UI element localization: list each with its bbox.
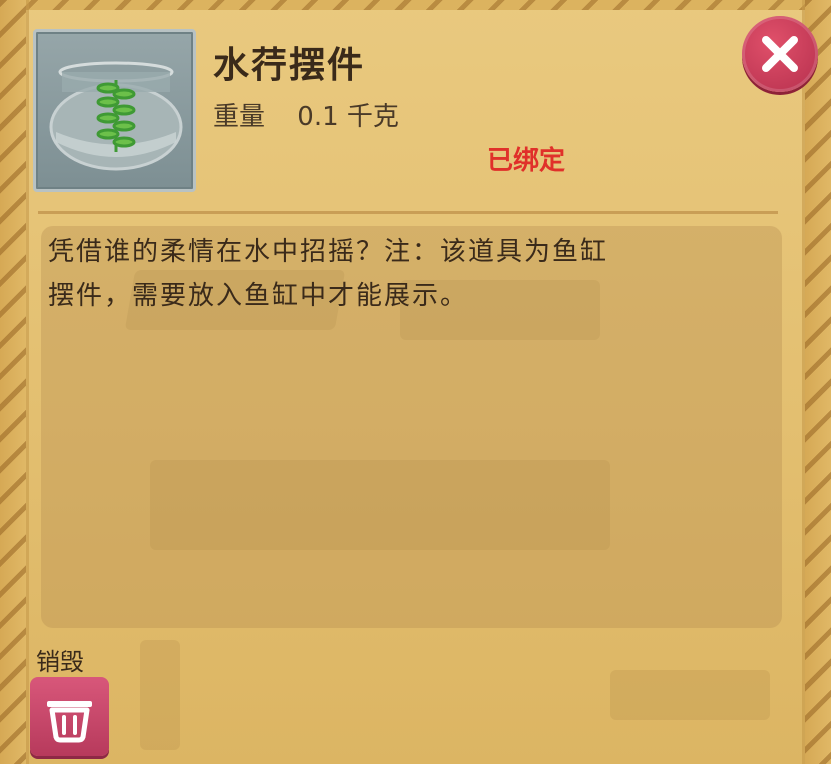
close-icon xyxy=(762,36,798,72)
background-decoration xyxy=(140,640,180,750)
item-name: 水荇摆件 xyxy=(213,45,366,86)
background-decoration xyxy=(610,670,770,720)
destroy-button[interactable] xyxy=(30,677,109,756)
trash-icon xyxy=(47,701,92,743)
destroy-label: 销毁 xyxy=(36,648,84,676)
item-description: 凭借谁的柔情在水中招摇？注：该道具为鱼缸 摆件，需要放入鱼缸中才能展示。 xyxy=(48,230,768,318)
weight-label: 重量 xyxy=(213,102,266,132)
weight-value: 0.1 千克 xyxy=(297,102,399,132)
item-detail-panel: 水荇摆件 重量 0.1 千克 已绑定 凭借谁的柔情在水中招摇？注：该道具为鱼缸 … xyxy=(0,0,831,764)
description-line: 摆件，需要放入鱼缸中才能展示。 xyxy=(48,281,469,311)
border-line-right xyxy=(802,0,805,764)
weight-row: 重量 0.1 千克 xyxy=(213,96,399,133)
divider xyxy=(38,211,778,214)
close-button[interactable] xyxy=(742,16,818,92)
description-line: 凭借谁的柔情在水中招摇？注：该道具为鱼缸 xyxy=(48,237,609,267)
decorative-border-top xyxy=(0,0,831,10)
border-line-left xyxy=(26,0,29,764)
decorative-border-left xyxy=(0,0,26,764)
decorative-border-right xyxy=(805,0,831,764)
bound-status: 已绑定 xyxy=(487,146,566,176)
fish-tank-plant-icon-graphic xyxy=(49,61,183,171)
fish-tank-plant-icon xyxy=(33,29,196,192)
